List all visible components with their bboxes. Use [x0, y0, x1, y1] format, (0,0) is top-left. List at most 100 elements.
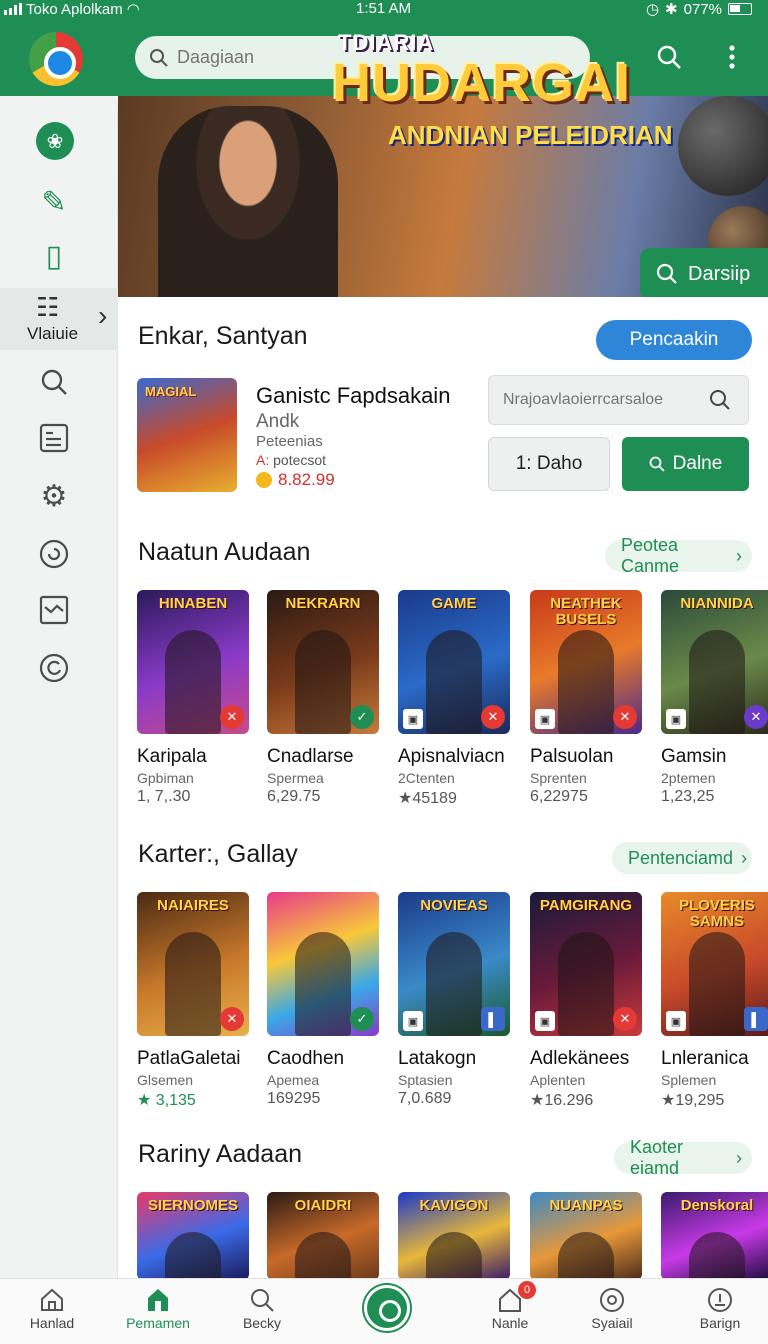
game-rating: 1,23,25 — [661, 788, 715, 805]
signal-icon — [4, 3, 22, 15]
game-card[interactable]: NAIAIRES ✕ PatlaGaletai Glsemen ★ 3,135 — [137, 892, 251, 1110]
game-cover-image[interactable]: NEKRARN ✓ — [267, 590, 379, 734]
nav-home[interactable]: Hanlad — [2, 1285, 102, 1331]
account-icon — [670, 1285, 768, 1315]
game-badge-icon: ✕ — [613, 1007, 637, 1031]
section-see-more-link[interactable]: Kaoter eiamd › — [614, 1137, 752, 1178]
game-cover-image[interactable]: NEATHEK BUSELS ✕ ▣ — [530, 590, 642, 734]
game-card[interactable]: ✓ Caodhen Apemea 169295 — [267, 892, 381, 1108]
nav-search[interactable]: Becky — [212, 1285, 312, 1331]
chevron-right-icon: › — [736, 545, 742, 566]
sidebar-logo-icon[interactable]: ❀ — [36, 122, 74, 160]
game-cover-title: SIERNOMES — [147, 1197, 238, 1214]
game-cover-image[interactable]: PAMGIRANG ✕ ▣ — [530, 892, 642, 1036]
game-cover-image[interactable]: NAIAIRES ✕ — [137, 892, 249, 1036]
status-bar: Toko Aplolkam ◠ 1:51 AM ◷ ✱ 077% — [0, 0, 768, 18]
game-category: Sptasien — [398, 1072, 453, 1088]
featured-app-price: 8.82.99 — [256, 470, 335, 490]
game-card[interactable]: Denskoral — [661, 1192, 768, 1280]
section-see-more-link[interactable]: Peotea Canme › — [605, 535, 752, 576]
game-category: 2ptemen — [661, 770, 716, 786]
game-cover-image[interactable]: OIAIDRI — [267, 1192, 379, 1280]
game-character-image — [165, 630, 221, 734]
nav-store[interactable]: Pemamen — [108, 1285, 208, 1331]
section-see-more-link[interactable]: Pentenciamd › — [612, 842, 752, 874]
game-cover-title: OIAIDRI — [294, 1197, 352, 1214]
game-badge-icon: ▌ — [744, 1007, 768, 1031]
chevron-right-icon: › — [736, 1147, 742, 1168]
game-card[interactable]: OIAIDRI — [267, 1192, 381, 1280]
game-card[interactable]: PAMGIRANG ✕ ▣ Adlekänees Aplenten ★16.296 — [530, 892, 644, 1110]
game-cover-image[interactable]: NOVIEAS ▌ ▣ — [398, 892, 510, 1036]
hero-title: HUDARGAI — [332, 53, 631, 113]
section-link-label: Kaoter eiamd — [630, 1137, 684, 1178]
sidebar-list-icon[interactable] — [28, 418, 80, 458]
game-cover-image[interactable]: HINABEN ✕ — [137, 590, 249, 734]
featured-search-field[interactable] — [488, 375, 749, 425]
game-badge-icon: ✕ — [220, 705, 244, 729]
game-card[interactable]: PLOVERIS SAMNS ▌ ▣ Lnleranica Splemen ★19,295 — [661, 892, 768, 1110]
game-card[interactable]: HINABEN ✕ Karipala Gpbiman 1, 7,.30 — [137, 590, 251, 806]
featured-app-name[interactable]: Ganistc Fapdsakain — [256, 383, 450, 409]
game-card[interactable]: GAME ✕ ▣ Apisnalviacn 2Ctenten ★45189 — [398, 590, 512, 808]
game-title: Palsuolan — [530, 746, 614, 767]
sidebar-cycle-icon[interactable] — [28, 648, 80, 688]
game-cover-title: KAVIGON — [419, 1197, 489, 1214]
hero-search-button[interactable]: Darsiip — [640, 248, 768, 300]
game-title: Lnleranica — [661, 1048, 749, 1069]
featured-section-title: Enkar, Santyan — [138, 322, 308, 350]
sidebar-item-active[interactable]: ☷ Vlaiuie › — [0, 288, 118, 350]
sidebar: ❀ ✎ ▯ ☷ Vlaiuie › ⚙ — [0, 96, 118, 1278]
more-options-icon[interactable] — [728, 44, 736, 77]
browser-logo-icon[interactable] — [29, 32, 83, 86]
game-character-image — [689, 1232, 745, 1280]
game-character-image — [426, 932, 482, 1036]
game-card[interactable]: KAVIGON — [398, 1192, 512, 1280]
game-cover-image[interactable]: PLOVERIS SAMNS ▌ ▣ — [661, 892, 768, 1036]
featured-app-thumbnail[interactable]: MAGIAL — [137, 378, 237, 492]
game-card[interactable]: NEKRARN ✓ Cnadlarse Spermea 6,29.75 — [267, 590, 381, 806]
game-character-image — [295, 630, 351, 734]
compass-icon — [562, 1285, 662, 1315]
game-cover-image[interactable]: Denskoral — [661, 1192, 768, 1280]
game-title: Gamsin — [661, 746, 727, 767]
sidebar-gear-icon[interactable]: ⚙ — [28, 476, 80, 516]
featured-secondary-button[interactable]: 1: Daho — [488, 437, 610, 491]
featured-action-button[interactable]: Pencaakin — [596, 320, 752, 360]
sidebar-chart-icon[interactable] — [28, 590, 80, 630]
featured-search-input[interactable] — [503, 391, 709, 409]
game-card[interactable]: NOVIEAS ▌ ▣ Latakogn Sptasien 7,0.689 — [398, 892, 512, 1108]
nav-shop[interactable]: 0 Nanle — [460, 1281, 560, 1331]
game-category: Glsemen — [137, 1072, 194, 1088]
sidebar-brush-icon[interactable]: ✎ — [28, 182, 80, 222]
age-rating-icon: ▣ — [535, 1011, 555, 1031]
game-cover-image[interactable]: ✓ — [267, 892, 379, 1036]
age-rating-icon: ▣ — [666, 1011, 686, 1031]
game-card[interactable]: SIERNOMES — [137, 1192, 251, 1280]
game-card[interactable]: NIANNIDA ✕ ▣ Gamsin 2ptemen 1,23,25 — [661, 590, 768, 806]
game-rating: 6,22975 — [530, 788, 588, 805]
game-character-image — [689, 932, 745, 1036]
section-title: Karter:, Gallay — [138, 840, 298, 868]
game-cover-image[interactable]: GAME ✕ ▣ — [398, 590, 510, 734]
nav-compass[interactable]: Syaiail — [562, 1285, 662, 1331]
nav-compass-label: Syaiail — [591, 1315, 633, 1331]
sidebar-grid-icon: ☷ — [36, 292, 60, 322]
header-search-icon[interactable] — [656, 44, 682, 70]
game-card[interactable]: NEATHEK BUSELS ✕ ▣ Palsuolan Sprenten 6,22975 — [530, 590, 644, 806]
search-icon — [212, 1285, 312, 1315]
featured-meta-prefix: A: — [256, 452, 270, 468]
sidebar-search-icon[interactable] — [28, 362, 80, 402]
game-card[interactable]: NUANPAS — [530, 1192, 644, 1280]
featured-primary-button[interactable]: Dalne — [622, 437, 749, 491]
chevron-right-icon: › — [741, 847, 748, 868]
game-cover-image[interactable]: NIANNIDA ✕ ▣ — [661, 590, 768, 734]
sidebar-phone-icon[interactable]: ▯ — [28, 236, 80, 276]
sidebar-refresh-icon[interactable] — [28, 534, 80, 574]
search-icon — [649, 456, 665, 472]
nav-account[interactable]: Barign — [670, 1285, 768, 1331]
game-cover-image[interactable]: SIERNOMES — [137, 1192, 249, 1280]
game-cover-image[interactable]: KAVIGON — [398, 1192, 510, 1280]
nav-center-action-button[interactable] — [364, 1285, 410, 1331]
game-cover-image[interactable]: NUANPAS — [530, 1192, 642, 1280]
